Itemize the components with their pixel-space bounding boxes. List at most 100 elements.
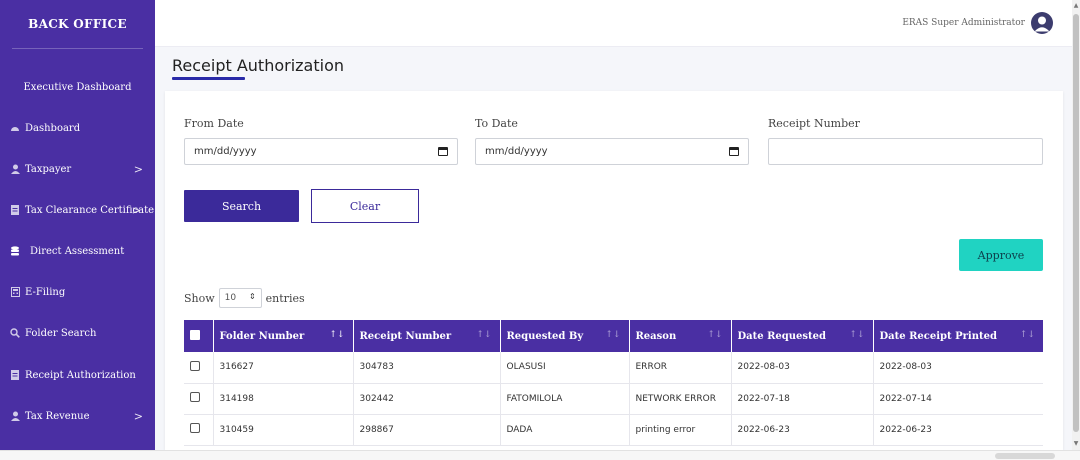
sidebar-item-taxpayer[interactable]: Taxpayer > (0, 158, 155, 180)
row-select-cell[interactable] (184, 414, 214, 446)
approve-button[interactable]: Approve (959, 239, 1043, 271)
cell-requested-by: OLASUSI (500, 352, 630, 384)
column-header-date-requested[interactable]: Date Requested ↑↓ (731, 320, 874, 352)
cell-receipt-number: 298867 (353, 414, 501, 446)
sidebar-item-tax-clearance-certificate[interactable]: Tax Clearance Certificate > (0, 199, 155, 221)
sidebar-item-folder-search[interactable]: Folder Search (0, 322, 155, 344)
database-icon (10, 246, 20, 256)
entries-label: entries (265, 291, 305, 305)
user-name: ERAS Super Administrator (902, 18, 1025, 28)
show-entries: Show 10 ⇕ entries (184, 288, 305, 308)
sidebar-item-tax-revenue[interactable]: Tax Revenue > (0, 405, 155, 427)
sort-asc-icon: ↑↓ (329, 330, 345, 340)
page-title: Receipt Authorization (172, 56, 345, 75)
user-menu[interactable]: ERAS Super Administrator (902, 12, 1053, 34)
scroll-down-icon[interactable]: ▼ (1073, 440, 1079, 448)
select-all-header[interactable] (184, 320, 214, 352)
calendar-icon[interactable] (438, 147, 448, 156)
cell-date-requested: 2022-07-18 (731, 383, 874, 415)
column-header-receipt-number[interactable]: Receipt Number ↑↓ (353, 320, 501, 352)
sidebar: BACK OFFICE Executive Dashboard Dashboar… (0, 0, 155, 450)
cell-receipt-number: 302442 (353, 383, 501, 415)
entries-value: 10 (224, 293, 237, 303)
sidebar-item-dashboard[interactable]: Dashboard (0, 117, 155, 139)
sort-updown-icon: ⇕ (248, 292, 256, 301)
document-icon (10, 370, 20, 380)
receipt-number-input[interactable] (768, 138, 1043, 165)
table-row: 314198 302442 FATOMILOLA NETWORK ERROR 2… (184, 383, 1043, 415)
chevron-right-icon: > (133, 163, 143, 176)
row-checkbox[interactable] (190, 360, 200, 371)
cell-folder-number: 316627 (213, 352, 354, 384)
to-date-value: mm/dd/yyyy (485, 146, 548, 157)
column-header-reason[interactable]: Reason ↑↓ (629, 320, 732, 352)
chevron-right-icon: > (133, 410, 143, 423)
scroll-up-icon[interactable]: ▲ (1073, 2, 1079, 10)
calendar-icon[interactable] (729, 147, 739, 156)
from-date-value: mm/dd/yyyy (194, 146, 257, 157)
cell-reason: ERROR (629, 352, 732, 384)
user-icon (10, 164, 20, 174)
to-date-label: To Date (475, 117, 518, 130)
clear-button[interactable]: Clear (311, 189, 419, 223)
cell-reason: NETWORK ERROR (629, 383, 732, 415)
document-icon (10, 205, 20, 215)
cell-reason: printing error (629, 414, 732, 446)
cell-requested-by: FATOMILOLA (500, 383, 630, 415)
show-label: Show (184, 291, 215, 305)
from-date-input[interactable]: mm/dd/yyyy (184, 138, 458, 165)
row-checkbox[interactable] (190, 423, 200, 433)
sidebar-item-label: Dashboard (25, 122, 81, 134)
column-header-date-receipt-printed[interactable]: Date Receipt Printed ↑↓ (873, 320, 1043, 352)
vertical-scrollbar[interactable]: ▲ ▼ (1072, 0, 1080, 450)
sort-icon: ↑↓ (707, 330, 723, 340)
avatar-icon (1031, 12, 1053, 34)
row-select-cell[interactable] (184, 383, 214, 415)
sidebar-item-label: Folder Search (25, 327, 97, 339)
sidebar-item-label: Direct Assessment (30, 245, 125, 257)
column-header-requested-by[interactable]: Requested By ↑↓ (500, 320, 630, 352)
table-header-row: Folder Number ↑↓ Receipt Number ↑↓ Request… (184, 320, 1043, 352)
cell-requested-by: DADA (500, 414, 630, 446)
sidebar-item-label: Tax Revenue (25, 410, 90, 422)
cell-date-receipt-printed: 2022-06-23 (873, 414, 1043, 446)
title-underline (172, 77, 245, 80)
receipt-number-label: Receipt Number (768, 117, 860, 130)
sidebar-item-executive-dashboard[interactable]: Executive Dashboard (0, 49, 155, 125)
cell-date-receipt-printed: 2022-07-14 (873, 383, 1043, 415)
scrollbar-thumb[interactable] (1073, 14, 1079, 432)
user-icon (10, 411, 20, 421)
row-select-cell[interactable] (184, 352, 214, 384)
chevron-right-icon: > (131, 204, 141, 217)
sidebar-item-label: Receipt Authorization (25, 369, 136, 381)
column-header-folder-number[interactable]: Folder Number ↑↓ (213, 320, 354, 352)
sort-icon: ↑↓ (605, 330, 621, 340)
gauge-icon (10, 123, 20, 133)
to-date-input[interactable]: mm/dd/yyyy (475, 138, 749, 165)
cell-date-requested: 2022-08-03 (731, 352, 874, 384)
cell-date-requested: 2022-06-23 (731, 414, 874, 446)
search-icon (10, 328, 20, 338)
select-all-checkbox[interactable] (190, 329, 200, 340)
sort-icon: ↑↓ (849, 330, 865, 340)
from-date-label: From Date (184, 117, 244, 130)
brand-title: BACK OFFICE (28, 17, 127, 31)
search-button[interactable]: Search (184, 190, 299, 222)
horizontal-scrollbar[interactable] (0, 450, 1080, 460)
cell-receipt-number: 304783 (353, 352, 501, 384)
cell-folder-number: 314198 (213, 383, 354, 415)
receipt-table: Folder Number ↑↓ Receipt Number ↑↓ Request… (184, 320, 1043, 446)
cell-date-receipt-printed: 2022-08-03 (873, 352, 1043, 384)
sort-icon: ↑↓ (476, 330, 492, 340)
cell-folder-number: 310459 (213, 414, 354, 446)
sort-icon: ↑↓ (1019, 330, 1035, 340)
sidebar-item-e-filing[interactable]: E-Filing (0, 281, 155, 303)
calculator-icon (10, 287, 20, 297)
scrollbar-thumb[interactable] (995, 453, 1055, 459)
sidebar-item-direct-assessment[interactable]: Direct Assessment (0, 240, 155, 262)
row-checkbox[interactable] (190, 392, 200, 402)
top-bar: ERAS Super Administrator (155, 0, 1075, 47)
entries-select[interactable]: 10 ⇕ (218, 288, 262, 308)
sidebar-item-receipt-authorization[interactable]: Receipt Authorization (0, 364, 155, 386)
sidebar-item-label: E-Filing (25, 286, 66, 298)
